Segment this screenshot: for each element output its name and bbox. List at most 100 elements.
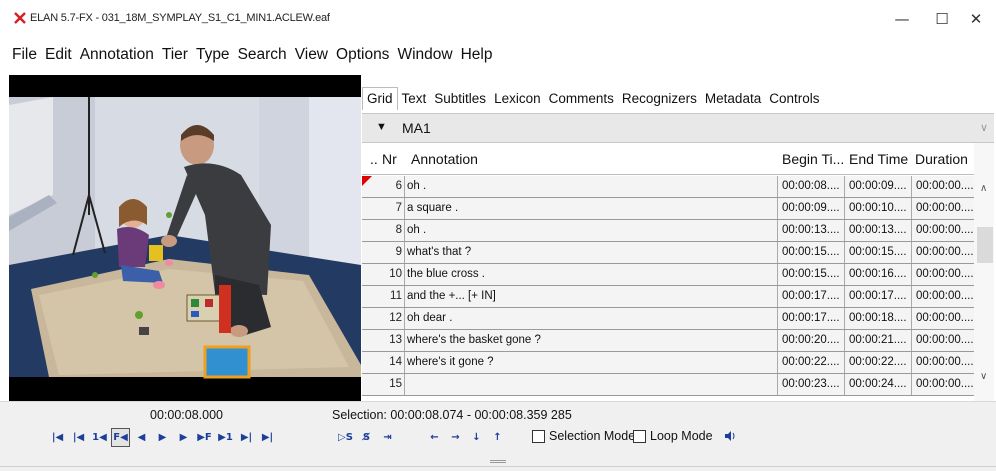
- header-nr[interactable]: Nr: [382, 151, 397, 167]
- next-second-icon[interactable]: ▶1: [216, 428, 235, 447]
- header-marker[interactable]: ..: [370, 151, 378, 167]
- loop-mode-checkbox[interactable]: Loop Mode: [633, 429, 713, 443]
- previous-frame-icon[interactable]: F◀: [111, 428, 130, 447]
- row-marker: [362, 198, 375, 219]
- go-to-end-icon[interactable]: ▶|: [258, 428, 277, 447]
- minimize-icon[interactable]: —: [882, 6, 922, 32]
- annotation-cell[interactable]: what's that ?: [406, 242, 778, 263]
- tier-name: MA1: [402, 120, 431, 136]
- arrow-right-icon[interactable]: →: [446, 428, 465, 447]
- table-row[interactable]: 10 the blue cross . 00:00:15.... 00:00:16..…: [362, 264, 974, 286]
- next-pixel-icon[interactable]: ▶: [174, 428, 193, 447]
- annotation-cell[interactable]: a square .: [406, 198, 778, 219]
- menu-options[interactable]: Options: [336, 46, 389, 64]
- header-duration[interactable]: Duration: [915, 151, 968, 167]
- menu-window[interactable]: Window: [397, 46, 452, 64]
- previous-second-icon[interactable]: 1◀: [90, 428, 109, 447]
- menu-annotation[interactable]: Annotation: [80, 46, 154, 64]
- menu-view[interactable]: View: [295, 46, 328, 64]
- table-row[interactable]: 11 and the +... [+ IN] 00:00:17.... 00:00:1…: [362, 286, 974, 308]
- tab-comments[interactable]: Comments: [545, 88, 618, 110]
- tier-dropdown-icon[interactable]: ▼: [376, 121, 387, 133]
- annotation-cell[interactable]: oh dear .: [406, 308, 778, 329]
- row-number: 6: [375, 176, 405, 197]
- scroll-down-icon[interactable]: ∨: [980, 371, 987, 382]
- play-icon[interactable]: ▶: [153, 428, 172, 447]
- scroll-up-icon[interactable]: ∧: [980, 183, 987, 194]
- annotation-cell[interactable]: the blue cross .: [406, 264, 778, 285]
- selection-mode-checkbox[interactable]: Selection Mode: [532, 429, 635, 443]
- annotation-cell[interactable]: and the +... [+ IN]: [406, 286, 778, 307]
- menu-search[interactable]: Search: [238, 46, 287, 64]
- begin-time-cell: 00:00:13....: [779, 220, 845, 241]
- menu-tier[interactable]: Tier: [162, 46, 188, 64]
- table-row[interactable]: 14 where's it gone ? 00:00:22.... 00:00:22.…: [362, 352, 974, 374]
- row-marker: [362, 374, 375, 395]
- table-row[interactable]: 13 where's the basket gone ? 00:00:20.... 0…: [362, 330, 974, 352]
- table-row[interactable]: 12 oh dear . 00:00:17.... 00:00:18.... 00:00…: [362, 308, 974, 330]
- row-number: 15: [375, 374, 405, 395]
- go-to-begin-icon[interactable]: |◀: [48, 428, 67, 447]
- next-frame-icon[interactable]: ▶F: [195, 428, 214, 447]
- row-marker: [362, 220, 375, 241]
- header-annotation[interactable]: Annotation: [411, 151, 478, 167]
- table-row[interactable]: 7a square . 00:00:09.... 00:00:10.... 00:00…: [362, 198, 974, 220]
- annotation-cell[interactable]: [406, 374, 778, 395]
- player-buttons: |◀ |◀ 1◀ F◀ ◀ ▶ ▶ ▶F ▶1 ▶| ▶|: [48, 428, 279, 448]
- table-row[interactable]: 8 oh . 00:00:13.... 00:00:13.... 00:00:00...…: [362, 220, 974, 242]
- annotation-cell[interactable]: oh .: [406, 176, 778, 197]
- selection-mode-box[interactable]: [532, 429, 545, 443]
- duration-cell: 00:00:00....: [916, 246, 974, 258]
- header-end-time[interactable]: End Time: [849, 151, 908, 167]
- tier-selector[interactable]: ▼ MA1 ∨: [362, 113, 994, 143]
- duration-cell: 00:00:00....: [916, 180, 974, 192]
- previous-scrollview-icon[interactable]: |◀: [69, 428, 88, 447]
- end-time-cell: 00:00:09....: [846, 176, 912, 197]
- table-row[interactable]: 9 what's that ? 00:00:15.... 00:00:15.... 00…: [362, 242, 974, 264]
- tab-grid[interactable]: Grid: [362, 87, 398, 110]
- grid-scrollbar[interactable]: ∧ ∨: [974, 143, 994, 401]
- close-icon[interactable]: ✕: [956, 6, 996, 32]
- table-row[interactable]: 15 00:00:23.... 00:00:24.... 00:00:00....: [362, 374, 974, 396]
- divider: [0, 466, 996, 467]
- table-row[interactable]: 6 oh . 00:00:08.... 00:00:09.... 00:00:00...…: [362, 176, 974, 198]
- loop-mode-label: Loop Mode: [650, 429, 713, 443]
- tab-metadata[interactable]: Metadata: [701, 88, 765, 110]
- tab-recognizers[interactable]: Recognizers: [618, 88, 701, 110]
- row-marker: [362, 242, 375, 263]
- chevron-down-icon[interactable]: ∨: [980, 121, 988, 134]
- play-selection-icon[interactable]: ▷S: [336, 428, 355, 447]
- begin-time-cell: 00:00:17....: [779, 286, 845, 307]
- annotation-cell[interactable]: where's the basket gone ?: [406, 330, 778, 351]
- previous-pixel-icon[interactable]: ◀: [132, 428, 151, 447]
- grid-rows: 6 oh . 00:00:08.... 00:00:09.... 00:00:00...…: [362, 176, 974, 396]
- speaker-icon[interactable]: [724, 430, 736, 442]
- arrow-down-icon[interactable]: ↓: [467, 428, 486, 447]
- tab-controls[interactable]: Controls: [765, 88, 823, 110]
- loop-mode-box[interactable]: [633, 429, 646, 443]
- menu-file[interactable]: File: [12, 46, 37, 64]
- tab-lexicon[interactable]: Lexicon: [490, 88, 545, 110]
- window-title: ELAN 5.7-FX - 031_18M_SYMPLAY_S1_C1_MIN1…: [30, 12, 330, 24]
- header-begin-time[interactable]: Begin Ti...: [782, 151, 844, 167]
- menu-help[interactable]: Help: [461, 46, 493, 64]
- video-viewer[interactable]: [9, 75, 361, 401]
- begin-time-cell: 00:00:15....: [779, 242, 845, 263]
- selection-to-begin-icon[interactable]: ⇥: [378, 428, 397, 447]
- clear-selection-icon[interactable]: S̸: [357, 428, 376, 447]
- menu-type[interactable]: Type: [196, 46, 230, 64]
- next-scrollview-icon[interactable]: ▶|: [237, 428, 256, 447]
- arrow-left-icon[interactable]: ←: [425, 428, 444, 447]
- tab-text[interactable]: Text: [398, 88, 431, 110]
- begin-time-cell: 00:00:17....: [779, 308, 845, 329]
- annotation-cell[interactable]: oh .: [406, 220, 778, 241]
- menu-edit[interactable]: Edit: [45, 46, 72, 64]
- scrollbar-thumb[interactable]: [977, 227, 993, 263]
- tab-subtitles[interactable]: Subtitles: [430, 88, 490, 110]
- arrow-up-icon[interactable]: ↑: [488, 428, 507, 447]
- duration-cell: 00:00:00....: [916, 268, 974, 280]
- end-time-cell: 00:00:21....: [846, 330, 912, 351]
- row-number: 10: [375, 264, 405, 285]
- annotation-cell[interactable]: where's it gone ?: [406, 352, 778, 373]
- pane-splitter-handle[interactable]: [490, 460, 506, 463]
